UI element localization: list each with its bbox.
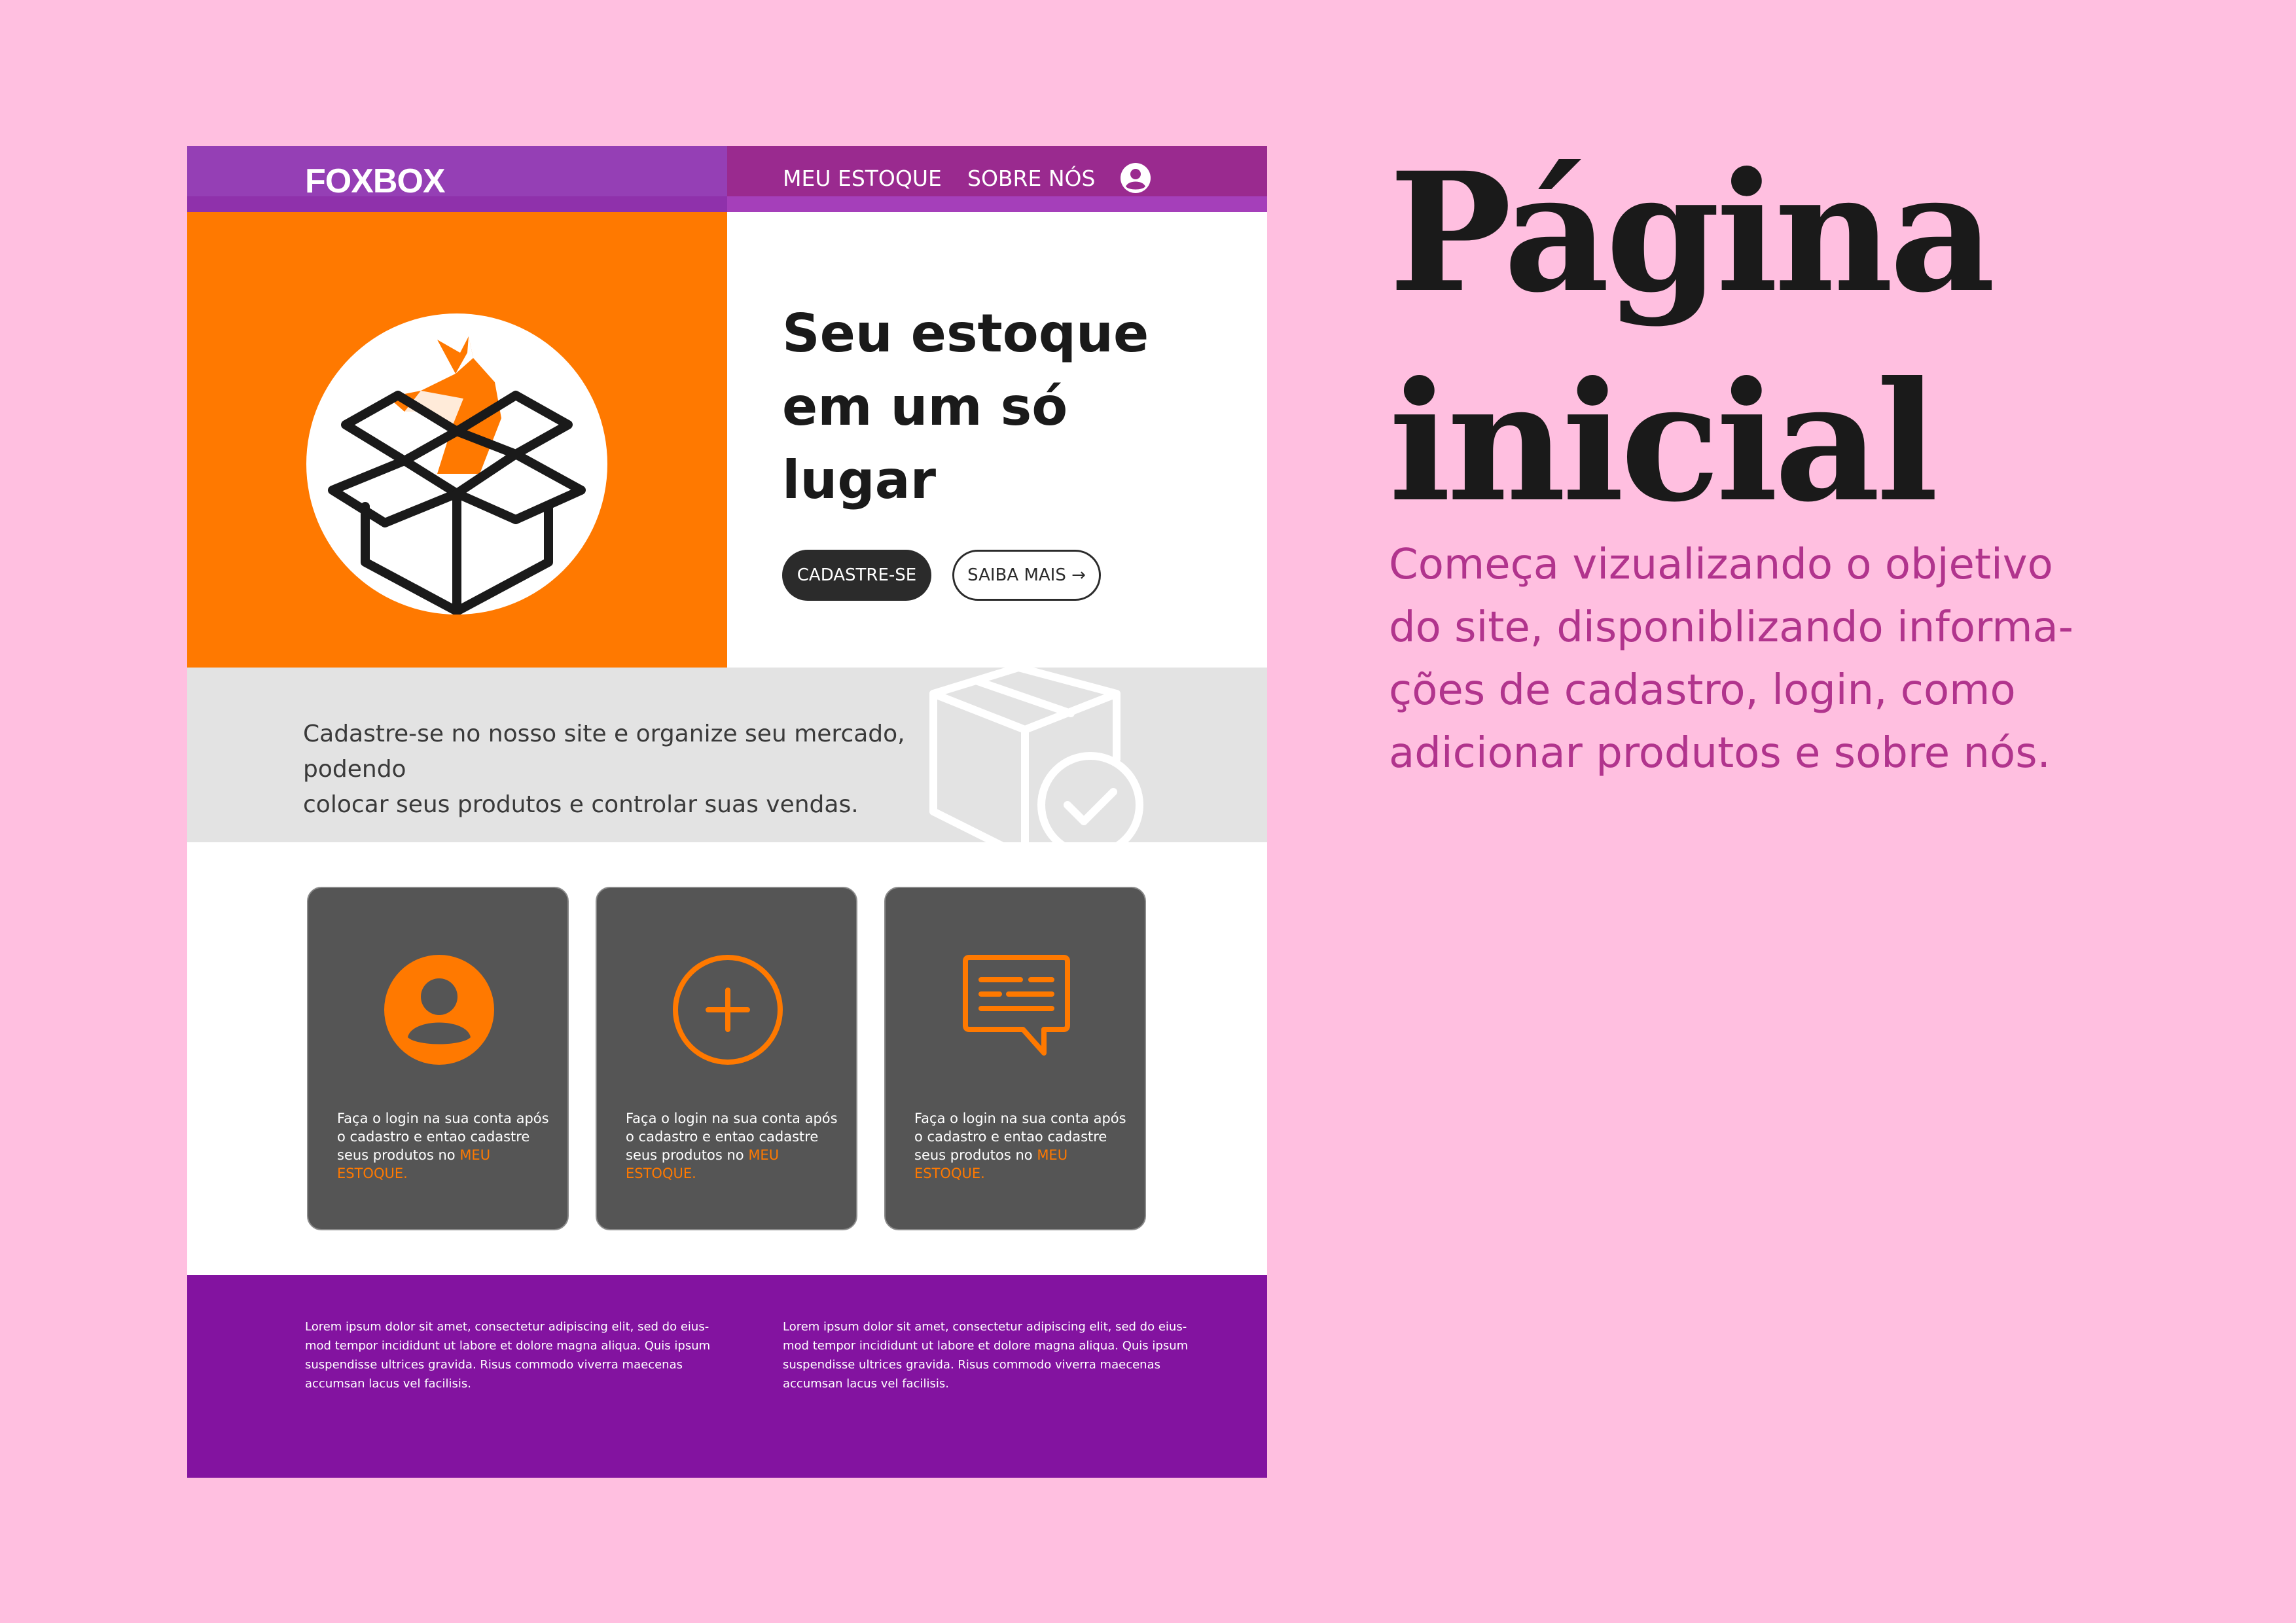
card-text-line: seus produtos no bbox=[914, 1147, 1037, 1163]
footer-line: mod tempor incididunt ut labore et dolor… bbox=[305, 1339, 711, 1353]
card-text-line: Faça o login na sua conta após bbox=[337, 1111, 549, 1126]
site-footer: Lorem ipsum dolor sit amet, consectetur … bbox=[187, 1275, 1267, 1478]
card-text-line: seus produtos no bbox=[626, 1147, 749, 1163]
card-text-line: o cadastro e entao cadastre bbox=[337, 1129, 530, 1145]
footer-line: suspendisse ultrices gravida. Risus comm… bbox=[783, 1358, 1160, 1372]
user-icon bbox=[384, 955, 494, 1065]
page-title-line: Página bbox=[1389, 136, 1996, 329]
footer-line: accumsan lacus vel facilisis. bbox=[305, 1377, 471, 1391]
page-title-line: inicial bbox=[1389, 346, 1939, 538]
plus-icon bbox=[673, 955, 783, 1065]
card-text-line: o cadastro e entao cadastre bbox=[914, 1129, 1107, 1145]
account-icon[interactable] bbox=[1119, 162, 1152, 194]
card-text-line: o cadastro e entao cadastre bbox=[626, 1129, 819, 1145]
footer-line: Lorem ipsum dolor sit amet, consectetur … bbox=[783, 1320, 1187, 1334]
homepage-mockup: FOXBOX MEU ESTOQUE SOBRE NÓS Seu estoque… bbox=[187, 146, 1267, 1478]
hero-title-line: em um só bbox=[782, 376, 1068, 437]
description-line: do site, disponiblizando informa- bbox=[1389, 603, 2073, 652]
signup-button[interactable]: CADASTRE-SE bbox=[782, 550, 931, 601]
hero-illustration-panel bbox=[187, 212, 727, 668]
chat-icon bbox=[963, 955, 1070, 1056]
learn-more-button[interactable]: SAIBA MAIS → bbox=[952, 550, 1101, 601]
footer-column: Lorem ipsum dolor sit amet, consectetur … bbox=[305, 1317, 737, 1393]
info-line: Cadastre-se no nosso site e organize seu… bbox=[303, 721, 905, 783]
page-description: Começa vizualizando o objetivo do site, … bbox=[1389, 533, 2214, 785]
info-band-text: Cadastre-se no nosso site e organize seu… bbox=[303, 717, 997, 823]
footer-line: mod tempor incididunt ut labore et dolor… bbox=[783, 1339, 1189, 1353]
nav-link-sobre-nos[interactable]: SOBRE NÓS bbox=[967, 166, 1095, 191]
box-check-icon bbox=[929, 668, 1143, 842]
nav-link-meu-estoque[interactable]: MEU ESTOQUE bbox=[783, 166, 942, 191]
hero-content: Seu estoque em um só lugar CADASTRE-SE S… bbox=[727, 212, 1267, 668]
card-text: Faça o login na sua conta após o cadastr… bbox=[914, 1109, 1130, 1183]
footer-line: accumsan lacus vel facilisis. bbox=[783, 1377, 949, 1391]
footer-line: Lorem ipsum dolor sit amet, consectetur … bbox=[305, 1320, 709, 1334]
card-about[interactable]: Faça o login na sua conta após o cadastr… bbox=[884, 887, 1146, 1230]
card-text: Faça o login na sua conta após o cadastr… bbox=[626, 1109, 842, 1183]
page-title: Página inicial bbox=[1389, 128, 2174, 546]
description-line: adicionar produtos e sobre nós. bbox=[1389, 729, 2051, 777]
description-line: ções de cadastro, login, como bbox=[1389, 666, 2016, 715]
info-band: Cadastre-se no nosso site e organize seu… bbox=[187, 668, 1267, 842]
footer-column: Lorem ipsum dolor sit amet, consectetur … bbox=[783, 1317, 1215, 1393]
hero-title-line: Seu estoque bbox=[782, 303, 1149, 364]
footer-line: suspendisse ultrices gravida. Risus comm… bbox=[305, 1358, 683, 1372]
info-line: colocar seus produtos e controlar suas v… bbox=[303, 791, 859, 818]
card-text-line: Faça o login na sua conta após bbox=[626, 1111, 838, 1126]
description-line: Começa vizualizando o objetivo bbox=[1389, 541, 2053, 589]
card-login[interactable]: Faça o login na sua conta após o cadastr… bbox=[307, 887, 569, 1230]
hero-title: Seu estoque em um só lugar bbox=[782, 297, 1214, 517]
fox-box-icon bbox=[328, 336, 586, 615]
card-add-product[interactable]: Faça o login na sua conta após o cadastr… bbox=[596, 887, 857, 1230]
hero-title-line: lugar bbox=[782, 450, 937, 510]
header-strip bbox=[187, 196, 727, 212]
header-strip-right bbox=[727, 196, 1267, 212]
card-text-line: seus produtos no bbox=[337, 1147, 460, 1163]
card-text: Faça o login na sua conta após o cadastr… bbox=[337, 1109, 553, 1183]
card-text-line: Faça o login na sua conta após bbox=[914, 1111, 1126, 1126]
site-logo[interactable]: FOXBOX bbox=[305, 162, 446, 201]
